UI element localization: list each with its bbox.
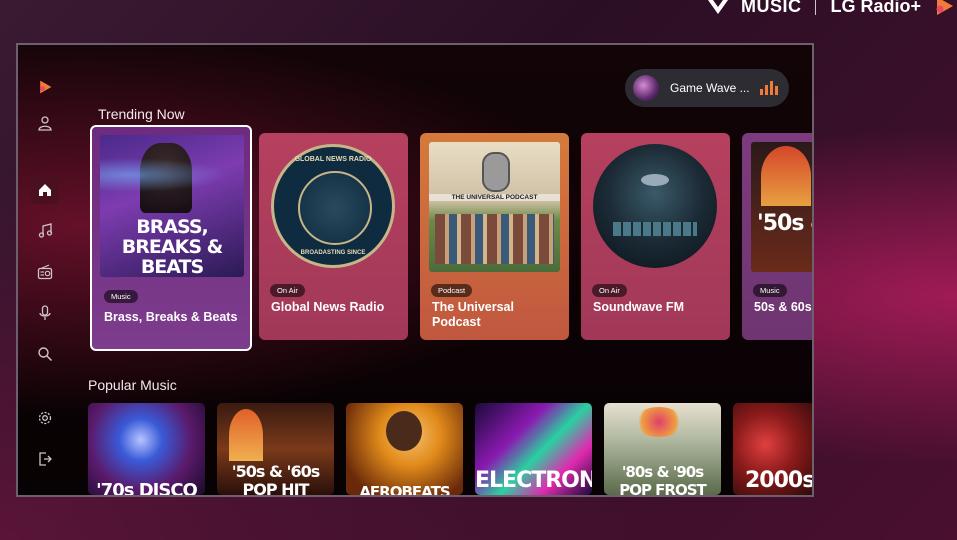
exit-icon[interactable] (31, 445, 59, 473)
radio-plus-logo-icon (936, 0, 953, 15)
popular-tile[interactable]: ELECTRONIC (475, 403, 592, 495)
card-badge: Music (753, 284, 787, 297)
popular-tile-label: '50s & '60s POP HIT (231, 462, 320, 496)
trending-card[interactable]: '50s & 60s POP Music 50s & 60s (742, 133, 812, 340)
card-badge: Music (104, 290, 138, 303)
card-artwork-text: THE UNIVERSAL PODCAST (429, 194, 560, 201)
popular-tile[interactable]: '80s & '90s POP FROST (604, 403, 721, 495)
home-icon[interactable] (31, 176, 59, 204)
popular-tile-label: '80s & '90s POP FROST (619, 463, 707, 495)
popular-tile[interactable]: '50s & '60s POP HIT (217, 403, 334, 495)
radio-brand-label: LG Radio+ (830, 0, 921, 16)
popular-tile[interactable]: 2000s P (733, 403, 814, 495)
profile-icon[interactable] (31, 109, 59, 137)
popular-tile-label: '70s DISCO (96, 480, 198, 495)
card-badge: Podcast (431, 284, 473, 297)
music-brand-label: MUSIC (740, 0, 802, 16)
card-artwork-text: BRASS, BREAKS & BEATS (121, 216, 223, 277)
card-artwork: THE UNIVERSAL PODCAST (429, 142, 560, 272)
card-artwork: GLOBAL NEWS RADIO BROADASTING SINCE (268, 142, 399, 272)
popular-tile-label: ELECTRONIC (475, 468, 592, 493)
lg-music-logo-icon (707, 0, 728, 14)
card-title-line2: Podcast (432, 315, 481, 329)
popular-tile-label: 2000s P (745, 468, 814, 493)
card-title: Global News Radio (271, 300, 385, 314)
trending-card[interactable]: On Air Soundwave FM (581, 133, 730, 340)
trending-card[interactable]: THE UNIVERSAL PODCAST Podcast The Univer… (420, 133, 569, 340)
artwork-bottom-text: BROADASTING SINCE (300, 250, 366, 256)
popular-section-title: Popular Music (88, 377, 177, 393)
app-logo-icon[interactable] (31, 73, 59, 101)
trending-section-title: Trending Now (98, 106, 185, 122)
equalizer-icon (759, 81, 778, 95)
card-title-line1: The Universal (432, 300, 514, 314)
radio-icon[interactable] (31, 258, 59, 286)
music-note-icon[interactable] (31, 217, 59, 245)
now-playing-thumbnail (633, 75, 659, 101)
sidebar-nav (18, 45, 74, 495)
popular-tile-label: AFROBEATS (359, 483, 450, 495)
settings-icon[interactable] (31, 404, 59, 432)
card-title: Brass, Breaks & Beats (104, 310, 238, 324)
search-icon[interactable] (31, 340, 59, 368)
now-playing-title: Game Wave ... (670, 81, 750, 95)
popular-tile[interactable]: AFROBEATS (346, 403, 463, 495)
card-artwork: '50s & 60s POP (751, 142, 812, 272)
tv-screen: Game Wave ... Trending Now BRASS, BREAKS… (16, 43, 814, 497)
trending-card[interactable]: GLOBAL NEWS RADIO BROADASTING SINCE On A… (259, 133, 408, 340)
card-title: 50s & 60s (754, 300, 812, 314)
brand-divider (815, 0, 817, 15)
card-title: Soundwave FM (593, 300, 684, 314)
card-badge: On Air (270, 284, 305, 297)
now-playing-pill[interactable]: Game Wave ... (625, 69, 789, 107)
microphone-icon[interactable] (31, 299, 59, 327)
artwork-top-text: GLOBAL NEWS RADIO (294, 156, 372, 163)
card-artwork: BRASS, BREAKS & BEATS (100, 135, 244, 277)
card-artwork (590, 142, 721, 272)
trending-card[interactable]: BRASS, BREAKS & BEATS Music Brass, Break… (90, 125, 252, 351)
card-badge: On Air (592, 284, 627, 297)
popular-tile[interactable]: '70s DISCO (88, 403, 205, 495)
brand-bar: MUSIC LG Radio+ (705, 0, 957, 18)
card-artwork-text: '50s & 60s POP (757, 211, 812, 236)
